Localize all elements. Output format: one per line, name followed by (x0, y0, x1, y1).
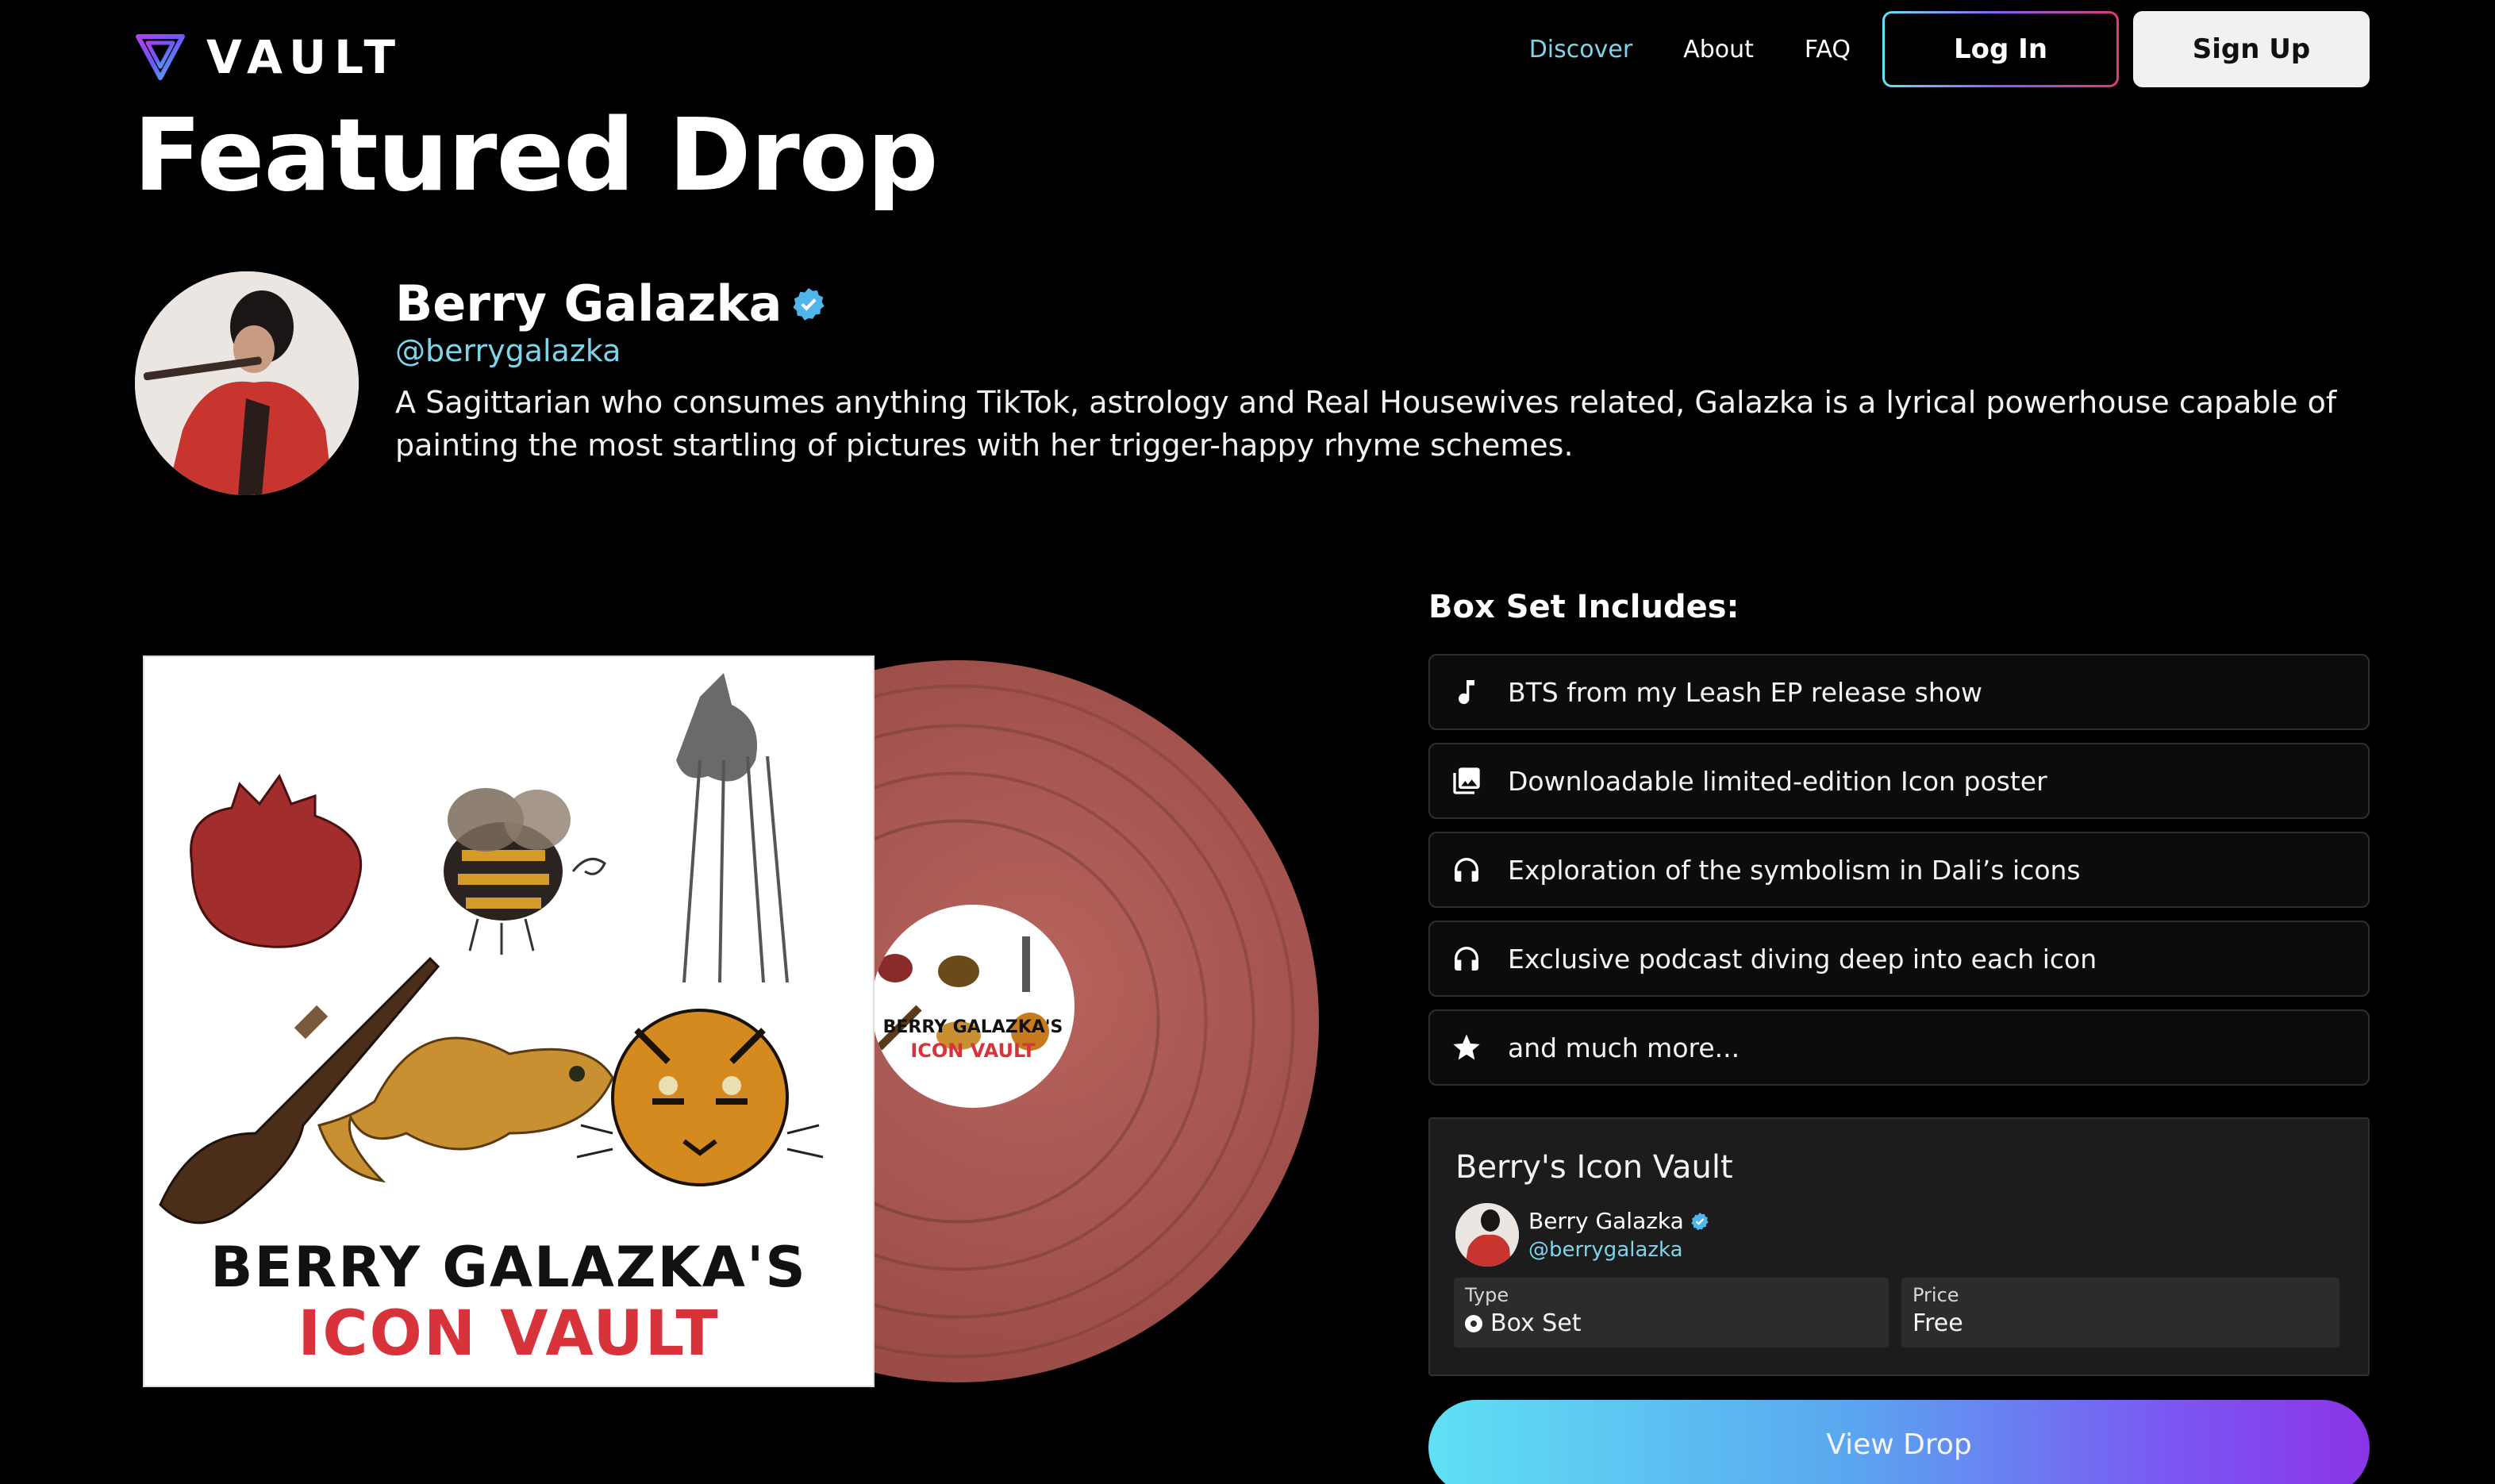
list-item-label: BTS from my Leash EP release show (1508, 676, 1982, 708)
vault-handle[interactable]: @berrygalazka (1528, 1238, 1683, 1262)
vault-logo-icon (136, 34, 185, 80)
vinyl-label-art (876, 936, 1049, 1051)
page-title: Featured Drop (133, 97, 939, 213)
vault-name: Berry's Icon Vault (1455, 1149, 1733, 1186)
music-note-icon (1449, 675, 1484, 709)
vault-card[interactable]: Berry's Icon Vault Berry Galazka @berryg… (1428, 1117, 2370, 1376)
price-label: Price (1913, 1284, 1959, 1306)
artist-avatar[interactable] (135, 271, 359, 495)
star-icon (1449, 1030, 1484, 1065)
image-gallery-icon (1449, 763, 1484, 798)
signup-button[interactable]: Sign Up (2133, 11, 2370, 87)
type-label: Type (1465, 1284, 1509, 1306)
list-item[interactable]: BTS from my Leash EP release show (1428, 654, 2370, 730)
vault-artist: Berry Galazka (1528, 1208, 1709, 1234)
verified-badge-icon (793, 287, 825, 321)
view-drop-label: View Drop (1826, 1428, 1972, 1461)
price-value: Free (1913, 1309, 1963, 1337)
top-nav: Discover About FAQ Log In Sign Up (1529, 11, 2370, 87)
view-drop-button[interactable]: View Drop (1428, 1400, 2370, 1484)
verified-badge-icon (1691, 1212, 1709, 1230)
vault-artist-name: Berry Galazka (1528, 1208, 1684, 1234)
headphones-icon (1449, 941, 1484, 976)
radio-dot-icon (1465, 1314, 1482, 1332)
login-button[interactable]: Log In (1882, 11, 2119, 87)
artist-name[interactable]: Berry Galazka (395, 275, 826, 333)
headphones-icon (1449, 852, 1484, 887)
album-cover: BERRY GALAZKA'S ICON VAULT (143, 655, 875, 1387)
type-value-text: Box Set (1490, 1309, 1582, 1337)
list-item[interactable]: and much more... (1428, 1009, 2370, 1086)
list-item-label: and much more... (1508, 1032, 1740, 1063)
list-item[interactable]: Exploration of the symbolism in Dali’s i… (1428, 832, 2370, 908)
cover-title: BERRY GALAZKA'S (210, 1235, 807, 1300)
type-field: Type Box Set (1454, 1278, 1889, 1348)
artist-photo (135, 271, 359, 495)
list-item-label: Exploration of the symbolism in Dali’s i… (1508, 854, 2081, 886)
type-value: Box Set (1465, 1309, 1878, 1337)
signup-label: Sign Up (2192, 33, 2311, 65)
vinyl-label-subtitle: ICON VAULT (910, 1040, 1036, 1062)
list-item-label: Exclusive podcast diving deep into each … (1508, 943, 2097, 975)
price-field: Price Free (1901, 1278, 2339, 1348)
list-item-label: Downloadable limited-edition Icon poster (1508, 765, 2047, 797)
vault-logo[interactable]: VAULT (135, 30, 403, 84)
boxset-list: BTS from my Leash EP release show Downlo… (1428, 654, 2370, 1098)
vinyl-label: BERRY GALAZKA'S ICON VAULT (871, 905, 1075, 1108)
list-item[interactable]: Downloadable limited-edition Icon poster (1428, 743, 2370, 819)
artist-handle[interactable]: @berrygalazka (395, 333, 621, 368)
nav-discover[interactable]: Discover (1529, 36, 1632, 63)
list-item[interactable]: Exclusive podcast diving deep into each … (1428, 921, 2370, 997)
nav-about[interactable]: About (1683, 36, 1754, 63)
avatar (1455, 1203, 1519, 1267)
logo-text: VAULT (206, 30, 404, 84)
cover-subtitle: ICON VAULT (298, 1298, 720, 1370)
vinyl-label-title: BERRY GALAZKA'S (882, 1017, 1063, 1037)
boxset-title: Box Set Includes: (1428, 589, 1740, 625)
login-label: Log In (1953, 33, 2048, 65)
artist-bio: A Sagittarian who consumes anything TikT… (395, 385, 2337, 463)
artist-name-text: Berry Galazka (395, 275, 782, 333)
nav-faq[interactable]: FAQ (1805, 36, 1851, 63)
